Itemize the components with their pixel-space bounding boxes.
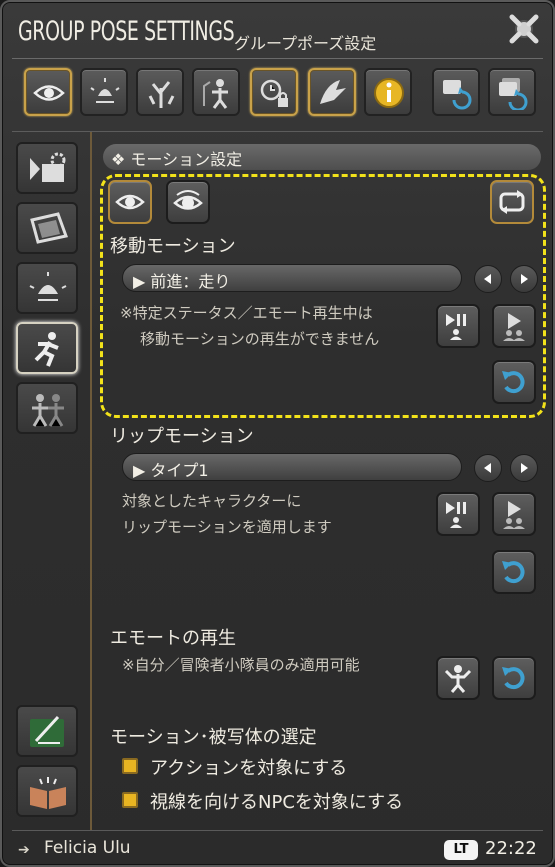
lt-badge: LT xyxy=(444,840,478,860)
lip-prev-button[interactable] xyxy=(474,454,502,482)
repeat-icon xyxy=(499,190,525,214)
gaze-eye-button[interactable] xyxy=(108,180,152,224)
bird-icon[interactable] xyxy=(308,68,356,116)
lip-play-all-button[interactable] xyxy=(492,492,536,536)
eye-icon[interactable] xyxy=(24,68,72,116)
person-icon[interactable] xyxy=(192,68,240,116)
group-pose-window: GROUP POSE SETTINGS グループポーズ設定 ❖ モーション設定 … xyxy=(0,0,555,867)
option-action-checkbox[interactable] xyxy=(122,758,138,774)
dropdown-arrow-icon: ▶ xyxy=(133,272,151,291)
character-name: Felicia Ulu xyxy=(44,838,131,858)
divider xyxy=(12,58,543,59)
move-note-line2: 移動モーションの再生ができません xyxy=(140,330,380,348)
sidebar-item-lighting[interactable] xyxy=(16,262,78,314)
lip-play-pause-button[interactable] xyxy=(436,492,480,536)
sidebar-item-motion[interactable] xyxy=(16,322,78,374)
option-action-label: アクションを対象にする xyxy=(150,758,348,779)
reset-icon[interactable] xyxy=(432,68,480,116)
move-motion-value: 前進：走り xyxy=(150,272,231,291)
lip-motion-select[interactable]: ▶ タイプ1 xyxy=(122,453,462,481)
move-next-button[interactable] xyxy=(510,265,538,293)
move-reset-button[interactable] xyxy=(492,360,536,404)
play-group-icon xyxy=(503,313,525,341)
emote-person-icon xyxy=(444,665,472,693)
lip-next-button[interactable] xyxy=(510,454,538,482)
sidebar-item-frame[interactable] xyxy=(16,202,78,254)
lip-motion-value: タイプ1 xyxy=(150,461,209,480)
emote-note: ※自分／冒険者小隊員のみ適用可能 xyxy=(122,656,360,674)
lip-reset-button[interactable] xyxy=(492,550,536,594)
reset-icon xyxy=(502,371,525,394)
dropdown-arrow-icon: ▶ xyxy=(133,461,151,480)
lamp-icon[interactable] xyxy=(80,68,128,116)
arrow-right-icon: ➔ xyxy=(18,842,30,858)
reset-icon xyxy=(502,667,525,690)
lip-motion-label: リップモーション xyxy=(110,426,254,447)
eye-open-icon xyxy=(173,190,203,210)
chevron-right-icon xyxy=(521,274,528,284)
sidebar-item-book[interactable] xyxy=(16,765,78,817)
emote-label: エモートの再生 xyxy=(110,628,236,649)
sidebar-item-journal[interactable] xyxy=(16,705,78,757)
emote-reset-button[interactable] xyxy=(492,656,536,700)
lip-note-line1: 対象としたキャラクターに xyxy=(122,492,302,510)
clock-time: 22:22 xyxy=(485,838,537,859)
close-icon[interactable] xyxy=(507,12,541,46)
window-subtitle: グループポーズ設定 xyxy=(234,34,377,53)
option-npc-checkbox[interactable] xyxy=(122,792,138,808)
play-pause-icon xyxy=(446,314,466,340)
eye-open-button[interactable] xyxy=(166,180,210,224)
tree-icon[interactable] xyxy=(136,68,184,116)
divider xyxy=(12,830,543,831)
eye-icon xyxy=(115,194,145,210)
move-motion-label: 移動モーション xyxy=(110,236,236,257)
move-play-all-button[interactable] xyxy=(492,304,536,348)
move-motion-select[interactable]: ▶ 前進：走り xyxy=(122,264,462,292)
lip-note-line2: リップモーションを適用します xyxy=(122,518,332,536)
sidebar-divider xyxy=(90,132,92,830)
chevron-left-icon xyxy=(484,463,491,473)
reset-all-icon[interactable] xyxy=(488,68,536,116)
window-title: GROUP POSE SETTINGS xyxy=(18,16,235,47)
move-note-line1: ※特定ステータス／エモート再生中は xyxy=(120,304,373,322)
clock-lock-icon[interactable] xyxy=(250,68,298,116)
chevron-left-icon xyxy=(484,274,491,284)
move-prev-button[interactable] xyxy=(474,265,502,293)
target-label: モーション･被写体の選定 xyxy=(110,727,317,748)
sidebar-item-characters[interactable] xyxy=(16,382,78,434)
reset-icon xyxy=(502,561,525,584)
play-pause-icon xyxy=(446,502,466,528)
sidebar-item-camera[interactable] xyxy=(16,142,78,194)
info-icon[interactable] xyxy=(364,68,412,116)
option-npc-label: 視線を向けるNPCを対象にする xyxy=(150,792,404,813)
play-group-icon xyxy=(503,501,525,529)
move-play-pause-button[interactable] xyxy=(436,304,480,348)
section-title: ❖ モーション設定 xyxy=(103,144,541,170)
emote-select-button[interactable] xyxy=(436,656,480,700)
chevron-right-icon xyxy=(521,463,528,473)
toggle-repeat-button[interactable] xyxy=(490,180,534,224)
